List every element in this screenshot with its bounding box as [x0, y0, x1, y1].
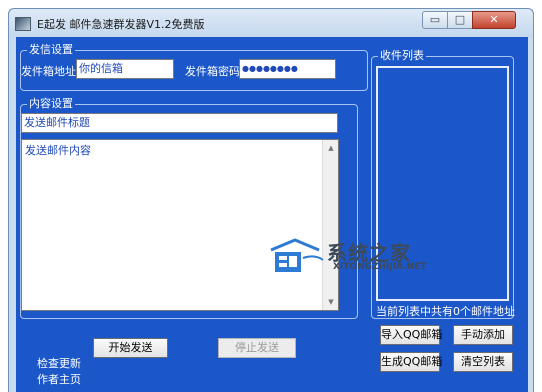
sender-password-label: 发件箱密码 [185, 65, 240, 78]
scroll-down-icon[interactable]: ▼ [323, 294, 338, 310]
client-area: 发信设置 发件箱地址 你的信箱 发件箱密码 ●●●●●●●● 内容设置 发送邮件… [16, 37, 528, 392]
check-update-link[interactable]: 检查更新 [37, 355, 81, 371]
scroll-up-icon[interactable]: ▲ [323, 140, 338, 156]
sender-email-field[interactable]: 你的信箱 [76, 59, 174, 79]
close-button[interactable]: ✕ [472, 11, 516, 29]
recipient-list-group: 收件列表 当前列表中共有0个邮件地址 [371, 49, 515, 319]
window-title: E起发 邮件急速群发器V1.2免费版 [37, 18, 205, 31]
sender-settings-group: 发信设置 发件箱地址 你的信箱 发件箱密码 ●●●●●●●● [20, 43, 368, 91]
sender-settings-title: 发信设置 [27, 43, 75, 57]
import-qq-button[interactable]: 导入QQ邮箱 [380, 325, 442, 345]
app-icon [15, 17, 31, 31]
content-settings-title: 内容设置 [27, 97, 75, 111]
sender-email-label: 发件箱地址 [21, 65, 76, 78]
author-home-link[interactable]: 作者主页 [37, 371, 81, 387]
recipient-count-text: 当前列表中共有0个邮件地址 [376, 305, 515, 318]
body-text: 发送邮件内容 [25, 144, 91, 157]
title-bar[interactable]: E起发 邮件急速群发器V1.2免费版 ▭ □ ✕ [9, 9, 533, 37]
app-window: E起发 邮件急速群发器V1.2免费版 ▭ □ ✕ 发信设置 发件箱地址 你的信箱… [8, 8, 534, 392]
sender-password-field[interactable]: ●●●●●●●● [239, 59, 336, 79]
subject-field[interactable]: 发送邮件标题 [21, 113, 338, 133]
recipient-listbox[interactable] [376, 66, 509, 301]
body-scrollbar[interactable]: ▲ ▼ [322, 140, 338, 310]
clear-list-button[interactable]: 清空列表 [453, 352, 513, 372]
start-send-button[interactable]: 开始发送 [93, 338, 168, 358]
minimize-button[interactable]: ▭ [422, 11, 448, 29]
maximize-button[interactable]: □ [447, 11, 473, 29]
body-textarea[interactable]: 发送邮件内容 ▲ ▼ [21, 139, 339, 311]
generate-qq-button[interactable]: 生成QQ邮箱 [380, 352, 442, 372]
manual-add-button[interactable]: 手动添加 [453, 325, 513, 345]
content-settings-group: 内容设置 发送邮件标题 发送邮件内容 ▲ ▼ [20, 97, 358, 319]
recipient-list-title: 收件列表 [378, 49, 426, 63]
stop-send-button[interactable]: 停止发送 [218, 338, 296, 358]
